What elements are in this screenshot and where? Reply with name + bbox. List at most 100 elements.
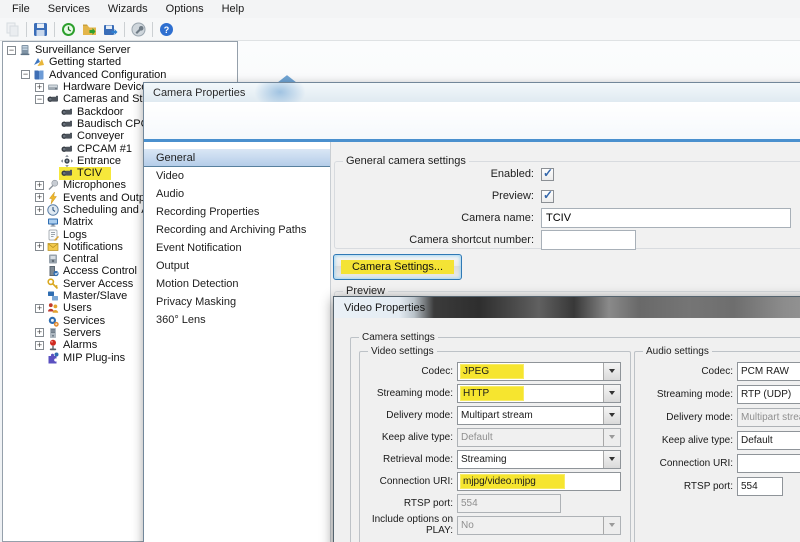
tree-item-getting-started[interactable]: Getting started — [3, 56, 237, 68]
dropdown-button[interactable] — [603, 363, 620, 380]
keep-alive-type-combo[interactable]: Default — [737, 431, 800, 450]
codec-combo[interactable]: JPEG — [457, 362, 621, 381]
field-camera-name: Camera name:TCIV — [334, 207, 800, 229]
users-icon — [47, 302, 59, 314]
tree-expander[interactable]: − — [35, 95, 44, 104]
preview-checkbox[interactable] — [541, 190, 554, 203]
delivery-mode-combo[interactable]: Multipart stream — [737, 408, 800, 427]
tree-expander[interactable]: − — [21, 70, 30, 79]
wrench-icon — [131, 22, 146, 37]
camera-settings-button-label: Camera Settings... — [341, 260, 454, 274]
tree-expander[interactable]: + — [35, 193, 44, 202]
combo-value: RTP (UDP) — [741, 389, 791, 400]
menu-help[interactable]: Help — [213, 1, 254, 17]
video-properties-dialog: Video Properties Camera settings Video s… — [333, 296, 800, 542]
tree-item-label: Notifications — [63, 241, 123, 253]
nav-item-video[interactable]: Video — [144, 167, 330, 185]
tree-expander[interactable]: + — [35, 304, 44, 313]
field-label: Include options on PLAY: — [361, 514, 453, 536]
restore-button[interactable] — [58, 19, 79, 39]
alarm-icon — [47, 339, 59, 351]
tree-expander[interactable]: + — [35, 83, 44, 92]
tree-item-surveillance-server[interactable]: −Surveillance Server — [3, 44, 237, 56]
camera-properties-nav: GeneralVideoAudioRecording PropertiesRec… — [144, 142, 331, 542]
camera-name-input[interactable]: TCIV — [541, 208, 791, 228]
codec-combo[interactable]: PCM RAW — [737, 362, 800, 381]
field-label: Codec: — [637, 366, 733, 377]
central-icon — [47, 253, 59, 265]
export-configuration-button[interactable] — [100, 19, 121, 39]
keep-alive-type-combo[interactable]: Default — [457, 428, 621, 447]
nav-item-general[interactable]: General — [144, 149, 330, 167]
camera-settings-button[interactable]: Camera Settings... — [333, 254, 462, 280]
tree-expander[interactable]: + — [35, 242, 44, 251]
camera-shortcut-number-input[interactable] — [541, 230, 636, 250]
tree-item-label: CPCAM #1 — [77, 143, 132, 155]
field-label: Preview: — [334, 190, 534, 202]
video-properties-body: Camera settings Video settings Codec:JPE… — [337, 318, 800, 542]
chevron-down-icon — [609, 413, 615, 417]
tree-item-content: Surveillance Server — [19, 44, 130, 56]
hardware-icon — [47, 81, 59, 93]
rtsp-port-input[interactable]: 554 — [737, 477, 783, 496]
tree-item-content: Services — [47, 315, 105, 327]
menu-services[interactable]: Services — [39, 1, 99, 17]
dropdown-button[interactable] — [603, 451, 620, 468]
help-circle-icon: ? — [159, 22, 174, 37]
tree-item-content: Access Control — [47, 265, 137, 277]
tree-item-content: Central — [47, 253, 98, 265]
nav-item-event-notification[interactable]: Event Notification — [144, 239, 330, 257]
tree-item-label: Conveyer — [77, 130, 124, 142]
menu-wizards[interactable]: Wizards — [99, 1, 157, 17]
help-button[interactable]: ? — [156, 19, 177, 39]
server-icon — [19, 44, 31, 56]
nav-item-recording-and-archiving-paths[interactable]: Recording and Archiving Paths — [144, 221, 330, 239]
toolbar-separator — [54, 22, 55, 37]
dropdown-button[interactable] — [603, 517, 620, 534]
dropdown-button[interactable] — [603, 385, 620, 402]
connection-uri-input[interactable]: mjpg/video.mjpg — [457, 472, 621, 491]
field-label: Keep alive type: — [361, 432, 453, 443]
field-enabled: Enabled: — [334, 163, 800, 185]
field-preview: Preview: — [334, 185, 800, 207]
nav-item-privacy-masking[interactable]: Privacy Masking — [144, 293, 330, 311]
dropdown-button[interactable] — [603, 429, 620, 446]
tree-item-label: Microphones — [63, 179, 126, 191]
tree-item-advanced-configuration[interactable]: −Advanced Configuration — [3, 69, 237, 81]
menu-file[interactable]: File — [3, 1, 39, 17]
tree-expander[interactable]: + — [35, 341, 44, 350]
streaming-mode-combo[interactable]: RTP (UDP) — [737, 385, 800, 404]
menu-options[interactable]: Options — [157, 1, 213, 17]
application-window: FileServicesWizardsOptionsHelp ? milesto… — [0, 0, 800, 542]
dropdown-button[interactable] — [603, 407, 620, 424]
nav-item-motion-detection[interactable]: Motion Detection — [144, 275, 330, 293]
include-options-on-play-combo[interactable]: No — [457, 516, 621, 535]
registration-button[interactable] — [128, 19, 149, 39]
retrieval-mode-combo[interactable]: Streaming — [457, 450, 621, 469]
nav-item-audio[interactable]: Audio — [144, 185, 330, 203]
tree-expander[interactable]: + — [35, 328, 44, 337]
tree-expander[interactable]: − — [7, 46, 16, 55]
copy-button[interactable] — [2, 19, 23, 39]
field-rtsp-port: RTSP port:554 — [637, 475, 800, 498]
svg-text:?: ? — [164, 25, 170, 35]
field-connection-uri: Connection URI: — [637, 452, 800, 475]
streaming-mode-combo[interactable]: HTTP — [457, 384, 621, 403]
tree-item-content: Conveyer — [61, 130, 124, 142]
field-delivery-mode: Delivery mode:Multipart stream — [637, 406, 800, 429]
enabled-checkbox[interactable] — [541, 168, 554, 181]
save-button[interactable] — [30, 19, 51, 39]
tree-item-content: Getting started — [33, 56, 121, 68]
field-label: Streaming mode: — [361, 388, 453, 399]
delivery-mode-combo[interactable]: Multipart stream — [457, 406, 621, 425]
nav-item-output[interactable]: Output — [144, 257, 330, 275]
field-value: 554 — [741, 481, 758, 492]
combo-value: Multipart stream — [741, 412, 800, 423]
import-configuration-button[interactable] — [79, 19, 100, 39]
nav-item-360-lens[interactable]: 360° Lens — [144, 311, 330, 329]
nav-item-recording-properties[interactable]: Recording Properties — [144, 203, 330, 221]
rtsp-port-input[interactable]: 554 — [457, 494, 561, 513]
connection-uri-input[interactable] — [737, 454, 800, 473]
tree-expander[interactable]: + — [35, 206, 44, 215]
tree-expander[interactable]: + — [35, 181, 44, 190]
